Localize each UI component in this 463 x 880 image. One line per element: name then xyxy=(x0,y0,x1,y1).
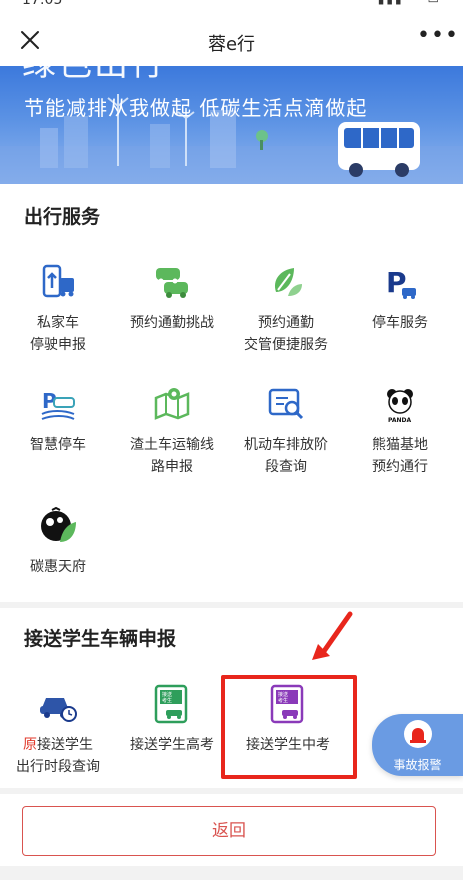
service-private-car-suspension[interactable]: 私家车 停驶申报 xyxy=(0,262,116,356)
siren-icon-wrapper xyxy=(404,720,432,748)
footer: 返回 xyxy=(0,794,463,866)
page-title: 蓉e行 xyxy=(207,34,256,55)
svg-text:PANDA: PANDA xyxy=(388,417,411,424)
tile-label-line1: 智慧停车 xyxy=(30,437,86,453)
tile-label-line2: 预约通行 xyxy=(372,459,428,475)
status-icons: ▮▮▮ ◠ ▭ xyxy=(378,0,441,6)
smart-parking-icon: P xyxy=(41,389,75,420)
tile-label-line2: 路申报 xyxy=(151,459,193,475)
tile-label-line2: 出行时段查询 xyxy=(16,759,100,775)
emission-search-icon xyxy=(268,388,304,420)
service-panda-base[interactable]: PANDA 熊猫基地 预约通行 xyxy=(342,384,458,478)
service-commute-challenge[interactable]: 预约通勤挑战 xyxy=(114,262,230,334)
banner: 绿色出行 节能减排从我做起 低碳生活点滴做起 xyxy=(0,66,463,184)
carbon-panda-icon xyxy=(41,506,76,542)
service-commute-traffic[interactable]: 预约通勤 交管便捷服务 xyxy=(228,262,344,356)
tile-label-line1: 熊猫基地 xyxy=(372,437,428,453)
more-icon[interactable]: ••• xyxy=(417,25,458,50)
accident-report-button[interactable]: 事故报警 xyxy=(372,714,463,776)
green-cars-icon xyxy=(156,268,188,298)
icon-badge-text: 考生 xyxy=(162,697,172,704)
section-title: 出行服务 xyxy=(24,206,101,228)
icon-badge-text: 接送 xyxy=(162,691,172,698)
tile-label-prefix: 原 xyxy=(23,737,37,753)
tile-label-line2: 交管便捷服务 xyxy=(244,337,328,353)
red-highlight-box xyxy=(221,675,357,779)
tile-label-line1: 私家车 xyxy=(37,315,79,331)
service-muck-truck-route[interactable]: 渣土车运输线 路申报 xyxy=(114,384,230,478)
student-time-query[interactable]: 原接送学生 出行时段查询 xyxy=(0,684,116,778)
service-parking[interactable]: P 停车服务 xyxy=(342,262,458,334)
tile-label-line1: 碳惠天府 xyxy=(30,559,86,575)
back-button[interactable]: 返回 xyxy=(22,806,436,856)
parking-p-icon: P xyxy=(386,266,416,299)
tile-label-line2: 段查询 xyxy=(265,459,307,475)
travel-services-section: 出行服务 私家车 停驶申报 预约通勤挑战 预约通勤 交管便捷服务 P 停车服务 … xyxy=(0,184,463,602)
siren-icon xyxy=(410,728,426,743)
student-gaokao-pickup[interactable]: 接送 考生 接送学生高考 xyxy=(114,684,230,756)
banner-slogan: 节能减排从我做起 低碳生活点滴做起 xyxy=(24,96,368,120)
tile-label-line1: 预约通勤挑战 xyxy=(130,315,214,331)
pickup-gaokao-icon: 接送 考生 xyxy=(154,684,188,724)
tile-label-line1: 停车服务 xyxy=(372,315,428,331)
green-leaf-car-icon xyxy=(274,268,302,296)
car-clock-icon xyxy=(40,698,77,722)
tile-label-line1: 预约通勤 xyxy=(258,315,314,331)
red-arrow-annotation xyxy=(312,611,353,660)
banner-headline: 绿色出行 xyxy=(22,66,166,85)
service-emission-query[interactable]: 机动车排放阶 段查询 xyxy=(228,384,344,478)
tile-label-line1: 机动车排放阶 xyxy=(244,437,328,453)
car-parking-phone-icon xyxy=(42,264,74,298)
tile-label-main: 接送学生 xyxy=(37,737,93,753)
tile-label-line1: 渣土车运输线 xyxy=(130,437,214,453)
panda-icon: PANDA xyxy=(387,389,413,424)
service-smart-parking[interactable]: P 智慧停车 xyxy=(0,384,116,456)
tile-label-line1: 接送学生高考 xyxy=(130,737,214,753)
top-bar: 17:05 ▮▮▮ ◠ ▭ 蓉e行 ••• xyxy=(0,0,463,66)
tile-label-line2: 停驶申报 xyxy=(30,337,86,353)
status-time: 17:05 xyxy=(22,0,63,8)
map-route-icon xyxy=(154,388,190,420)
bottom-strip xyxy=(0,866,463,880)
tile-label-line1: 原接送学生 xyxy=(0,734,116,756)
accident-report-label: 事故报警 xyxy=(393,758,442,772)
service-carbon-tianfu[interactable]: 碳惠天府 xyxy=(0,506,116,578)
section-title: 接送学生车辆申报 xyxy=(24,628,177,650)
